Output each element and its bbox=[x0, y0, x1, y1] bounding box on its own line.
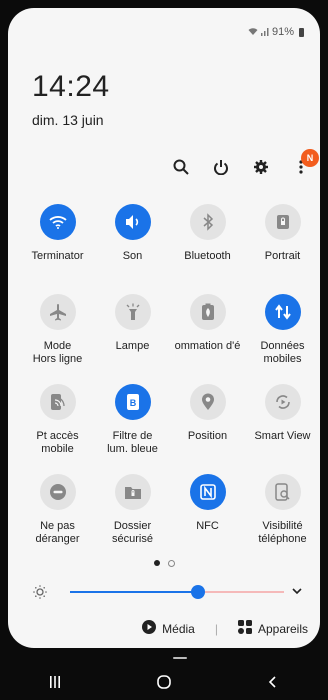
tile-row: Pt accès mobile B Filtre de lum. bleue Posi… bbox=[20, 384, 320, 474]
home-icon[interactable] bbox=[152, 670, 176, 694]
quick-tile-nfc[interactable]: NFC bbox=[170, 474, 245, 564]
devices-button[interactable]: Appareils bbox=[258, 622, 308, 636]
quick-tile-mobile-data[interactable]: Données mobiles bbox=[245, 294, 320, 384]
hotspot-icon[interactable] bbox=[39, 384, 76, 420]
airplane-icon[interactable] bbox=[39, 294, 76, 330]
navigation-bar bbox=[0, 664, 328, 700]
back-icon[interactable] bbox=[261, 670, 285, 694]
quick-tile-blue-light-filter[interactable]: B Filtre de lum. bleue bbox=[95, 384, 170, 474]
tile-row: Terminator Son Bluetooth Portrait bbox=[20, 204, 320, 294]
quick-tile-hotspot[interactable]: Pt accès mobile bbox=[20, 384, 95, 474]
brightness-knob[interactable] bbox=[191, 585, 206, 599]
tile-row: Mode Hors ligne Lampe ommation d'é Données … bbox=[20, 294, 320, 384]
quick-tile-location[interactable]: Position bbox=[170, 384, 245, 474]
nfc-icon[interactable] bbox=[189, 474, 226, 510]
tile-label: ommation d'é bbox=[174, 340, 241, 352]
tile-label: Filtre de lum. bleue bbox=[107, 430, 158, 455]
tile-label: Terminator bbox=[31, 250, 84, 262]
divider: | bbox=[214, 621, 218, 636]
tile-label: Ne pas déranger bbox=[35, 520, 80, 545]
wifi-status-icon bbox=[248, 27, 258, 38]
speaker-icon[interactable] bbox=[114, 204, 151, 240]
tile-label: Pt accès mobile bbox=[36, 430, 79, 455]
brightness-fill bbox=[70, 591, 199, 593]
tile-label: Données mobiles bbox=[260, 340, 305, 365]
chevron-down-icon[interactable] bbox=[290, 584, 304, 598]
quick-tile-do-not-disturb[interactable]: Ne pas déranger bbox=[20, 474, 95, 564]
gear-icon[interactable] bbox=[252, 158, 270, 176]
tile-label: Position bbox=[187, 430, 228, 442]
quick-tiles-grid: Terminator Son Bluetooth Portrait Mode Hors … bbox=[20, 204, 320, 564]
notification-badge: N bbox=[301, 149, 319, 167]
quick-tile-airplane[interactable]: Mode Hors ligne bbox=[20, 294, 95, 384]
tile-label: Lampe bbox=[115, 340, 150, 352]
wifi-icon[interactable] bbox=[39, 204, 76, 240]
tile-label: Visibilité téléphone bbox=[258, 520, 307, 545]
play-icon bbox=[142, 620, 157, 637]
page-dot-active bbox=[153, 560, 160, 566]
flashlight-icon[interactable] bbox=[114, 294, 151, 330]
mobile-data-icon[interactable] bbox=[264, 294, 301, 330]
drag-handle[interactable] bbox=[173, 657, 187, 659]
clock-time[interactable]: 14:24 bbox=[32, 70, 110, 104]
battery-icon bbox=[299, 27, 304, 37]
power-icon[interactable] bbox=[212, 158, 230, 176]
brightness-control bbox=[32, 584, 308, 600]
tile-row: Ne pas déranger Dossier sécurisé NFC Visibi… bbox=[20, 474, 320, 564]
quick-tile-rotation-lock[interactable]: Portrait bbox=[245, 204, 320, 294]
battery-percent: 91% bbox=[271, 26, 294, 38]
do-not-disturb-icon[interactable] bbox=[39, 474, 76, 510]
tile-label: Smart View bbox=[254, 430, 311, 442]
svg-text:B: B bbox=[129, 398, 136, 408]
signal-icon bbox=[260, 27, 269, 38]
sun-icon bbox=[32, 584, 48, 600]
quick-tile-flashlight[interactable]: Lampe bbox=[95, 294, 170, 384]
quick-tile-bluetooth[interactable]: Bluetooth bbox=[170, 204, 245, 294]
devices-grid-icon bbox=[237, 620, 252, 637]
blue-light-filter-icon[interactable]: B bbox=[114, 384, 151, 420]
secure-folder-icon[interactable] bbox=[114, 474, 151, 510]
quick-tile-speaker[interactable]: Son bbox=[95, 204, 170, 294]
smart-view-icon[interactable] bbox=[264, 384, 301, 420]
tile-label: Bluetooth bbox=[184, 250, 231, 262]
power-saving-icon[interactable] bbox=[189, 294, 226, 330]
bluetooth-icon[interactable] bbox=[189, 204, 226, 240]
tile-label: NFC bbox=[196, 520, 219, 532]
quick-tile-power-saving[interactable]: ommation d'é bbox=[170, 294, 245, 384]
panel-toolbar: N bbox=[172, 149, 319, 176]
more-options-icon[interactable]: N bbox=[292, 149, 319, 176]
location-icon[interactable] bbox=[189, 384, 226, 420]
media-button[interactable]: Média bbox=[162, 622, 195, 636]
search-icon[interactable] bbox=[172, 158, 190, 176]
phone-visibility-icon[interactable] bbox=[264, 474, 301, 510]
status-bar: 91% bbox=[248, 26, 304, 38]
tile-label: Son bbox=[122, 250, 143, 262]
rotation-lock-icon[interactable] bbox=[264, 204, 301, 240]
media-devices-row: Média | Appareils bbox=[8, 620, 320, 637]
quick-tile-phone-visibility[interactable]: Visibilité téléphone bbox=[245, 474, 320, 564]
clock-date[interactable]: dim. 13 juin bbox=[32, 112, 104, 128]
recent-apps-icon[interactable] bbox=[43, 670, 67, 694]
quick-settings-panel: 91% 14:24 dim. 13 juin N Terminator Son Bl… bbox=[8, 8, 320, 659]
page-indicator[interactable] bbox=[8, 560, 320, 567]
quick-tile-smart-view[interactable]: Smart View bbox=[245, 384, 320, 474]
tile-label: Mode Hors ligne bbox=[32, 340, 83, 365]
page-dot bbox=[167, 560, 175, 567]
tile-label: Portrait bbox=[264, 250, 301, 262]
tile-label: Dossier sécurisé bbox=[112, 520, 153, 545]
quick-tile-wifi[interactable]: Terminator bbox=[20, 204, 95, 294]
quick-tile-secure-folder[interactable]: Dossier sécurisé bbox=[95, 474, 170, 564]
